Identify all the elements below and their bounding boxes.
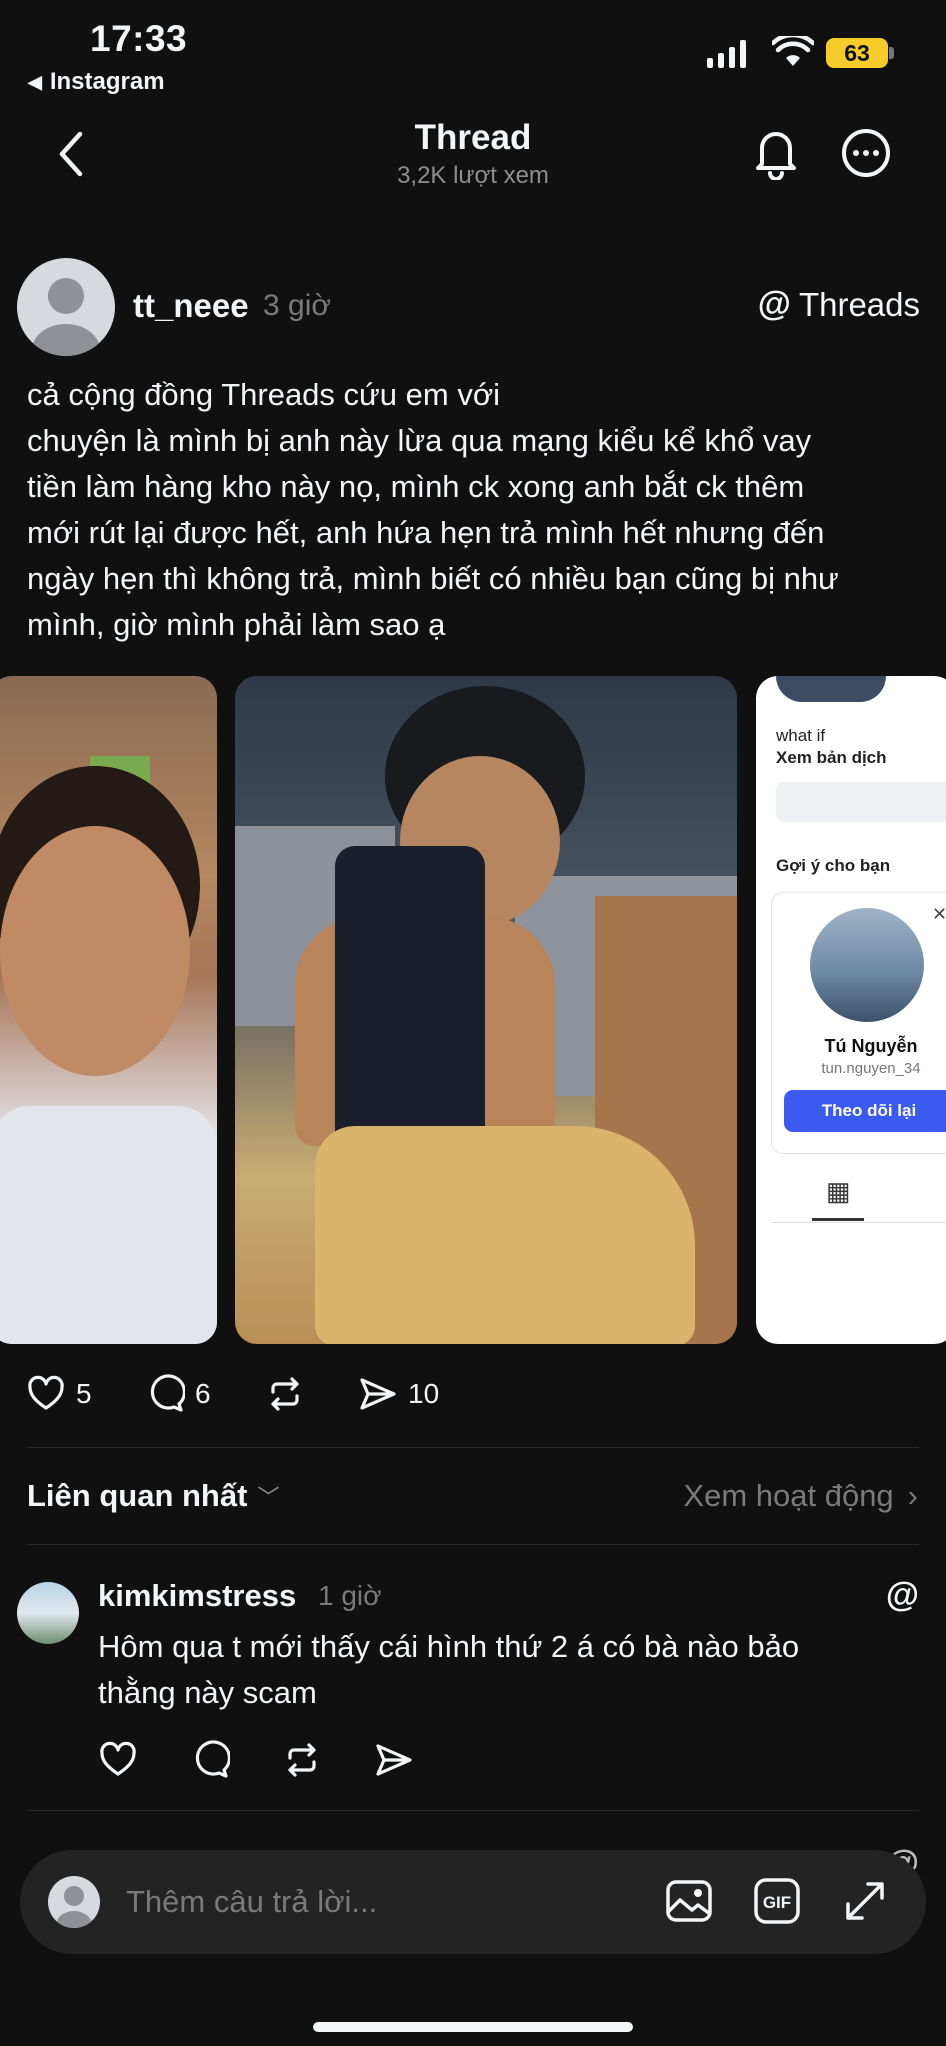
divider xyxy=(27,1810,919,1811)
comment-time: 1 giờ xyxy=(318,1580,382,1611)
threads-source-badge[interactable]: @ Threads xyxy=(758,285,920,324)
chevron-right-icon: › xyxy=(907,1478,918,1513)
threads-source-label: Threads xyxy=(798,285,920,323)
comment-button[interactable]: 6 xyxy=(145,1374,211,1414)
post-line: ngày hẹn thì không trả, mình biết có nhi… xyxy=(27,561,839,596)
post-body: cả cộng đồng Threads cứu em với chuyện l… xyxy=(27,372,932,648)
share-button[interactable]: 10 xyxy=(358,1374,439,1414)
bell-icon[interactable] xyxy=(752,126,800,180)
sort-label: Liên quan nhất xyxy=(27,1478,248,1513)
post-line: chuyện là mình bị anh này lừa qua mạng k… xyxy=(27,423,812,458)
avatar xyxy=(48,1876,100,1928)
comment-line: thằng này scam xyxy=(98,1675,317,1710)
post-line: mình, giờ mình phải làm sao ạ xyxy=(27,607,446,642)
screenshot-grid-icon: ▦ xyxy=(826,1176,851,1206)
view-activity-link[interactable]: Xem hoạt động › xyxy=(683,1478,918,1514)
wifi-icon xyxy=(772,36,814,66)
screenshot-suggestions: Gợi ý cho bạn xyxy=(776,856,891,875)
post-line: mới rút lại được hết, anh hứa hẹn trả mì… xyxy=(27,515,825,550)
share-icon[interactable] xyxy=(374,1740,414,1780)
threads-logo-icon: @ xyxy=(757,285,791,323)
screenshot-divider xyxy=(771,1222,946,1223)
more-icon[interactable] xyxy=(841,128,891,178)
gif-icon[interactable]: GIF xyxy=(752,1876,802,1926)
sort-dropdown[interactable]: Liên quan nhất ﹀ xyxy=(27,1478,279,1514)
page-title: Thread xyxy=(414,118,532,157)
avatar[interactable] xyxy=(17,258,115,356)
signal-icon xyxy=(707,40,746,68)
chevron-down-icon: ﹀ xyxy=(257,1485,280,1510)
repost-icon xyxy=(271,1377,299,1411)
expand-icon[interactable] xyxy=(840,1876,890,1926)
comment-text: Hôm qua t mới thấy cái hình thứ 2 á có b… xyxy=(98,1624,918,1716)
image-icon[interactable] xyxy=(664,1876,714,1926)
back-triangle-icon: ◀ xyxy=(28,71,42,92)
screenshot-handle: tun.nguyen_34 xyxy=(821,1060,921,1077)
battery-tip xyxy=(889,47,894,59)
activity-label: Xem hoạt động xyxy=(683,1478,894,1513)
comment-icon xyxy=(150,1374,185,1412)
post-author[interactable]: tt_neee xyxy=(133,287,249,325)
post-image-2[interactable] xyxy=(235,676,737,1344)
divider xyxy=(27,1544,919,1545)
status-time: 17:33 xyxy=(90,18,188,59)
view-count: 3,2K lượt xem xyxy=(397,162,549,189)
comment-user[interactable]: kimkimstress xyxy=(98,1578,296,1614)
default-avatar-icon xyxy=(32,278,100,356)
repost-icon[interactable] xyxy=(282,1740,322,1780)
screenshot-text: what if xyxy=(776,726,826,745)
reply-input[interactable]: Thêm câu trả lời... xyxy=(126,1884,377,1920)
threads-logo-icon[interactable]: @ xyxy=(886,1576,919,1615)
share-icon xyxy=(360,1378,396,1410)
back-app-label: Instagram xyxy=(49,68,165,95)
screenshot-follow-button: Theo dõi lại xyxy=(784,1090,946,1132)
heart-icon[interactable] xyxy=(98,1740,138,1780)
like-button[interactable]: 5 xyxy=(26,1374,92,1414)
comment-actions xyxy=(98,1740,414,1780)
svg-text:GIF: GIF xyxy=(763,1893,791,1912)
screenshot-translate: Xem bản dịch xyxy=(776,748,887,767)
post-time: 3 giờ xyxy=(263,289,332,322)
heart-icon xyxy=(28,1375,64,1410)
post-image-3-screenshot[interactable]: what if Xem bản dịch Gợi ý cho bạn ✕ Tú … xyxy=(756,676,946,1344)
back-to-app[interactable]: ◀ Instagram xyxy=(28,68,165,96)
comment-line: Hôm qua t mới thấy cái hình thứ 2 á có b… xyxy=(98,1629,800,1664)
screenshot-input xyxy=(776,782,946,822)
screenshot-name: Tú Nguyễn xyxy=(824,1036,918,1056)
post-image-1[interactable] xyxy=(0,676,217,1344)
screenshot-close-icon: ✕ xyxy=(932,904,946,924)
screenshot-tab-underline xyxy=(812,1218,864,1221)
comment-count: 6 xyxy=(195,1378,211,1409)
post-line: cả cộng đồng Threads cứu em với xyxy=(27,377,501,412)
home-indicator xyxy=(313,2022,633,2032)
default-avatar-icon xyxy=(56,1886,92,1928)
comment-avatar[interactable] xyxy=(17,1582,79,1644)
repost-button[interactable] xyxy=(265,1374,305,1414)
post-line: tiền làm hàng kho này nọ, mình ck xong a… xyxy=(27,469,805,504)
divider xyxy=(27,1447,919,1448)
comment-icon[interactable] xyxy=(190,1740,230,1780)
share-count: 10 xyxy=(408,1378,440,1409)
battery-indicator: 63 xyxy=(826,38,888,68)
screenshot-profile-pic xyxy=(810,908,924,1022)
like-count: 5 xyxy=(76,1378,92,1409)
